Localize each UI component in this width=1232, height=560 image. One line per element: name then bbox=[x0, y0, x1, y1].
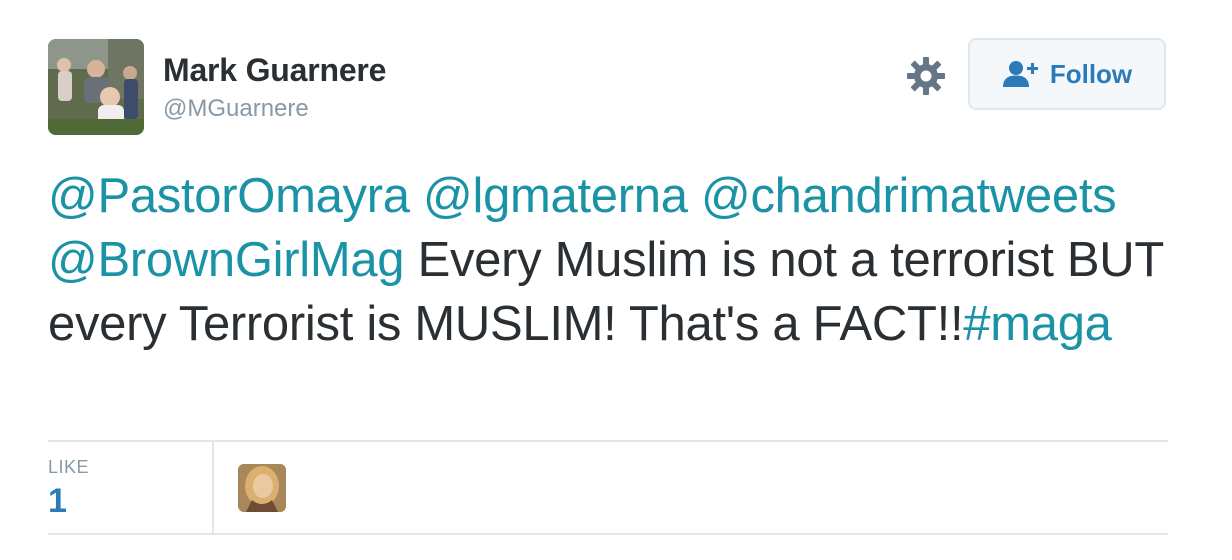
stats-divider-bottom bbox=[48, 533, 1168, 535]
stats-divider-vertical bbox=[212, 442, 214, 533]
mention-link[interactable]: @PastorOmayra bbox=[48, 169, 410, 223]
tweet-text: @PastorOmayra @lgmaterna @chandrimatweet… bbox=[48, 164, 1188, 356]
tweet-card: Mark Guarnere @MGuarnere Follow @PastorO… bbox=[0, 0, 1232, 560]
like-count[interactable]: 1 bbox=[48, 482, 67, 521]
user-add-icon bbox=[1002, 61, 1038, 87]
follow-button-label: Follow bbox=[1049, 58, 1133, 89]
stats-divider-top bbox=[48, 440, 1168, 442]
gear-icon[interactable] bbox=[904, 54, 948, 98]
user-avatar[interactable] bbox=[48, 39, 144, 135]
follow-button[interactable]: Follow bbox=[968, 38, 1166, 110]
liker-avatar[interactable] bbox=[238, 464, 286, 512]
hashtag-link[interactable]: #maga bbox=[963, 297, 1112, 351]
user-handle[interactable]: @MGuarnere bbox=[163, 95, 309, 123]
user-display-name[interactable]: Mark Guarnere bbox=[163, 52, 386, 89]
mention-link[interactable]: @chandrimatweets bbox=[701, 169, 1117, 223]
mention-link[interactable]: @BrownGirlMag bbox=[48, 233, 405, 287]
like-label: LIKE bbox=[48, 457, 90, 477]
mention-link[interactable]: @lgmaterna bbox=[423, 169, 688, 223]
